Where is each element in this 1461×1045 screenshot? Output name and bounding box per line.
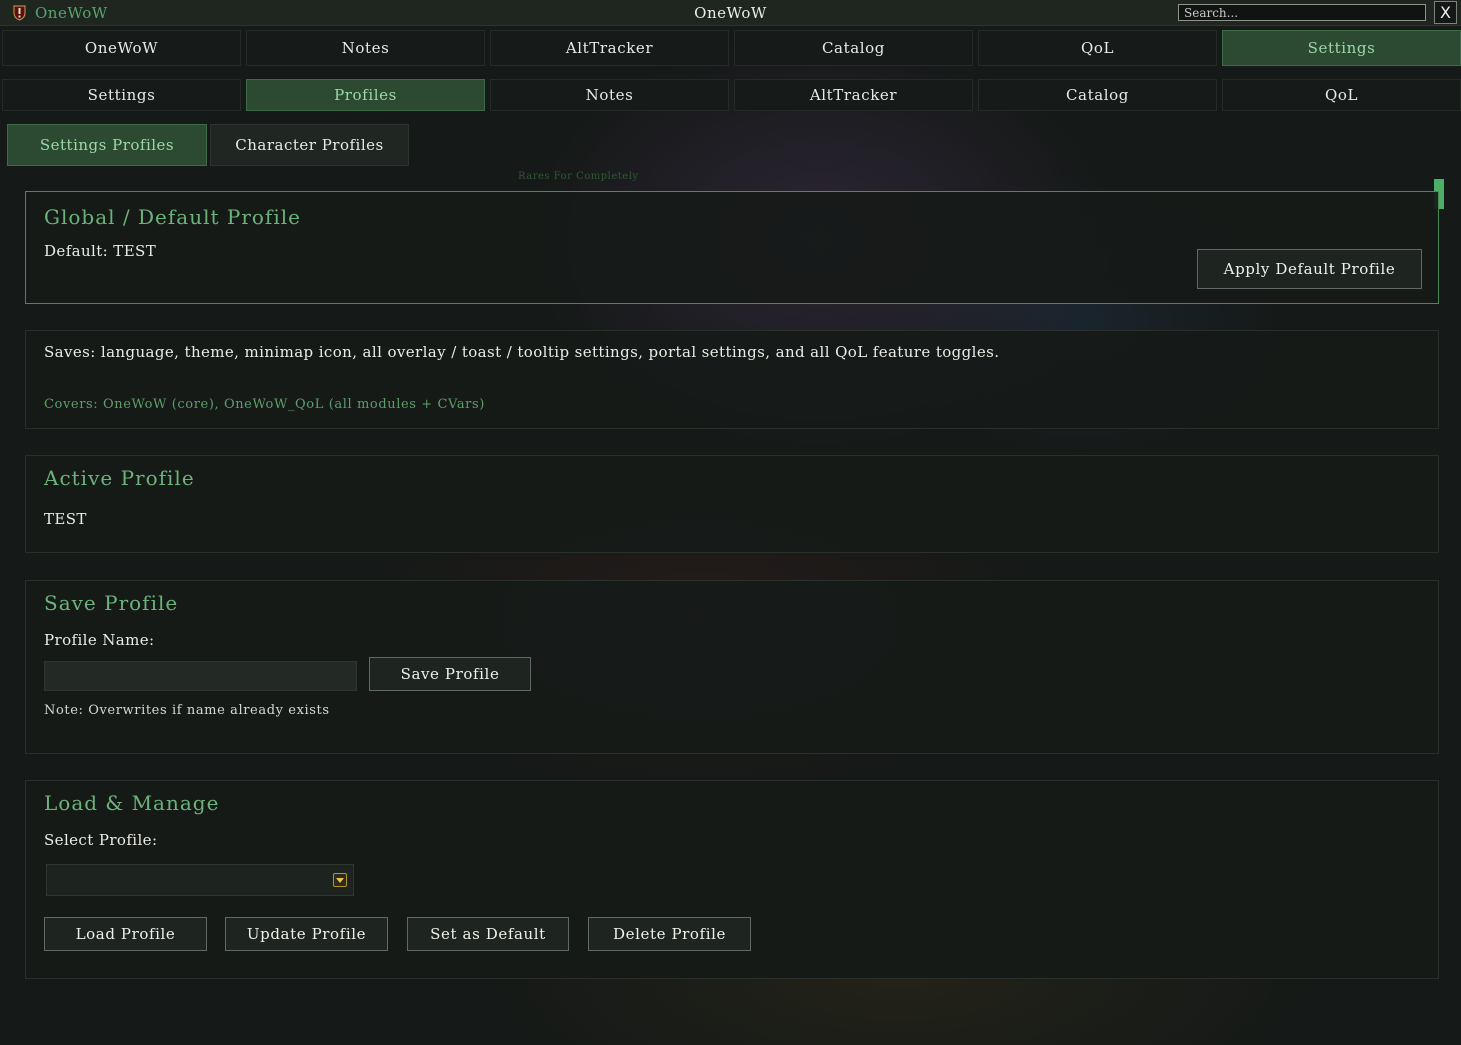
tab-label: Settings Profiles — [39, 136, 175, 154]
update-profile-button[interactable]: Update Profile — [225, 917, 388, 951]
sub-tab-alttracker[interactable]: AltTracker — [734, 79, 973, 111]
global-default-profile-panel: Global / Default Profile Default: TEST A… — [25, 191, 1439, 304]
sub-tab-qol[interactable]: QoL — [1222, 79, 1461, 111]
tab-label: Notes — [341, 39, 390, 57]
tab-label: Character Profiles — [235, 136, 384, 154]
title-bar: OneWoW OneWoW X — [0, 0, 1461, 26]
main-tab-onewow[interactable]: OneWoW — [2, 30, 241, 66]
delete-profile-button[interactable]: Delete Profile — [588, 917, 751, 951]
tab-label: AltTracker — [809, 86, 898, 104]
select-profile-label: Select Profile: — [44, 831, 158, 849]
panel-title: Active Profile — [44, 466, 195, 490]
panel-title: Global / Default Profile — [44, 205, 301, 229]
profile-name-input[interactable] — [44, 661, 357, 691]
tab-label: Catalog — [821, 39, 886, 57]
saves-description: Saves: language, theme, minimap icon, al… — [44, 343, 1000, 361]
panel-title: Load & Manage — [44, 791, 220, 815]
info-panel: Saves: language, theme, minimap icon, al… — [25, 330, 1439, 429]
apply-default-profile-button[interactable]: Apply Default Profile — [1197, 249, 1422, 289]
tab-label: Settings — [1307, 39, 1376, 57]
tab-label: QoL — [1080, 39, 1115, 57]
tab-label: Settings — [87, 86, 156, 104]
select-profile-dropdown[interactable] — [46, 864, 354, 896]
tab-label: AltTracker — [565, 39, 654, 57]
covers-description: Covers: OneWoW (core), OneWoW_QoL (all m… — [44, 397, 485, 412]
tab-label: OneWoW — [84, 39, 159, 57]
default-profile-text: Default: TEST — [44, 242, 157, 260]
profile-name-label: Profile Name: — [44, 631, 155, 649]
save-profile-button[interactable]: Save Profile — [369, 657, 531, 691]
background-faint-text: Rares For Completely — [518, 171, 639, 182]
sub-tab-catalog[interactable]: Catalog — [978, 79, 1217, 111]
tab-label: Notes — [585, 86, 634, 104]
panel-title: Save Profile — [44, 591, 179, 615]
main-tab-settings[interactable]: Settings — [1222, 30, 1461, 66]
tab-character-profiles[interactable]: Character Profiles — [210, 124, 409, 166]
active-profile-value: TEST — [44, 510, 87, 528]
active-profile-panel: Active Profile TEST — [25, 455, 1439, 553]
main-tab-catalog[interactable]: Catalog — [734, 30, 973, 66]
tab-label: QoL — [1324, 86, 1359, 104]
set-as-default-button[interactable]: Set as Default — [407, 917, 569, 951]
load-profile-button[interactable]: Load Profile — [44, 917, 207, 951]
main-tab-qol[interactable]: QoL — [978, 30, 1217, 66]
chevron-down-icon[interactable] — [333, 873, 347, 887]
search-input[interactable] — [1178, 4, 1426, 21]
sub-tab-settings[interactable]: Settings — [2, 79, 241, 111]
load-manage-panel: Load & Manage Select Profile: Load Profi… — [25, 780, 1439, 979]
main-tab-alttracker[interactable]: AltTracker — [490, 30, 729, 66]
tab-settings-profiles[interactable]: Settings Profiles — [7, 124, 207, 166]
overwrite-note: Note: Overwrites if name already exists — [44, 703, 330, 718]
close-button[interactable]: X — [1434, 1, 1457, 24]
sub-tab-notes[interactable]: Notes — [490, 79, 729, 111]
tab-label: Profiles — [334, 86, 397, 104]
tab-label: Catalog — [1065, 86, 1130, 104]
sub-tab-profiles[interactable]: Profiles — [246, 79, 485, 111]
save-profile-panel: Save Profile Profile Name: Save Profile … — [25, 580, 1439, 754]
main-tab-notes[interactable]: Notes — [246, 30, 485, 66]
